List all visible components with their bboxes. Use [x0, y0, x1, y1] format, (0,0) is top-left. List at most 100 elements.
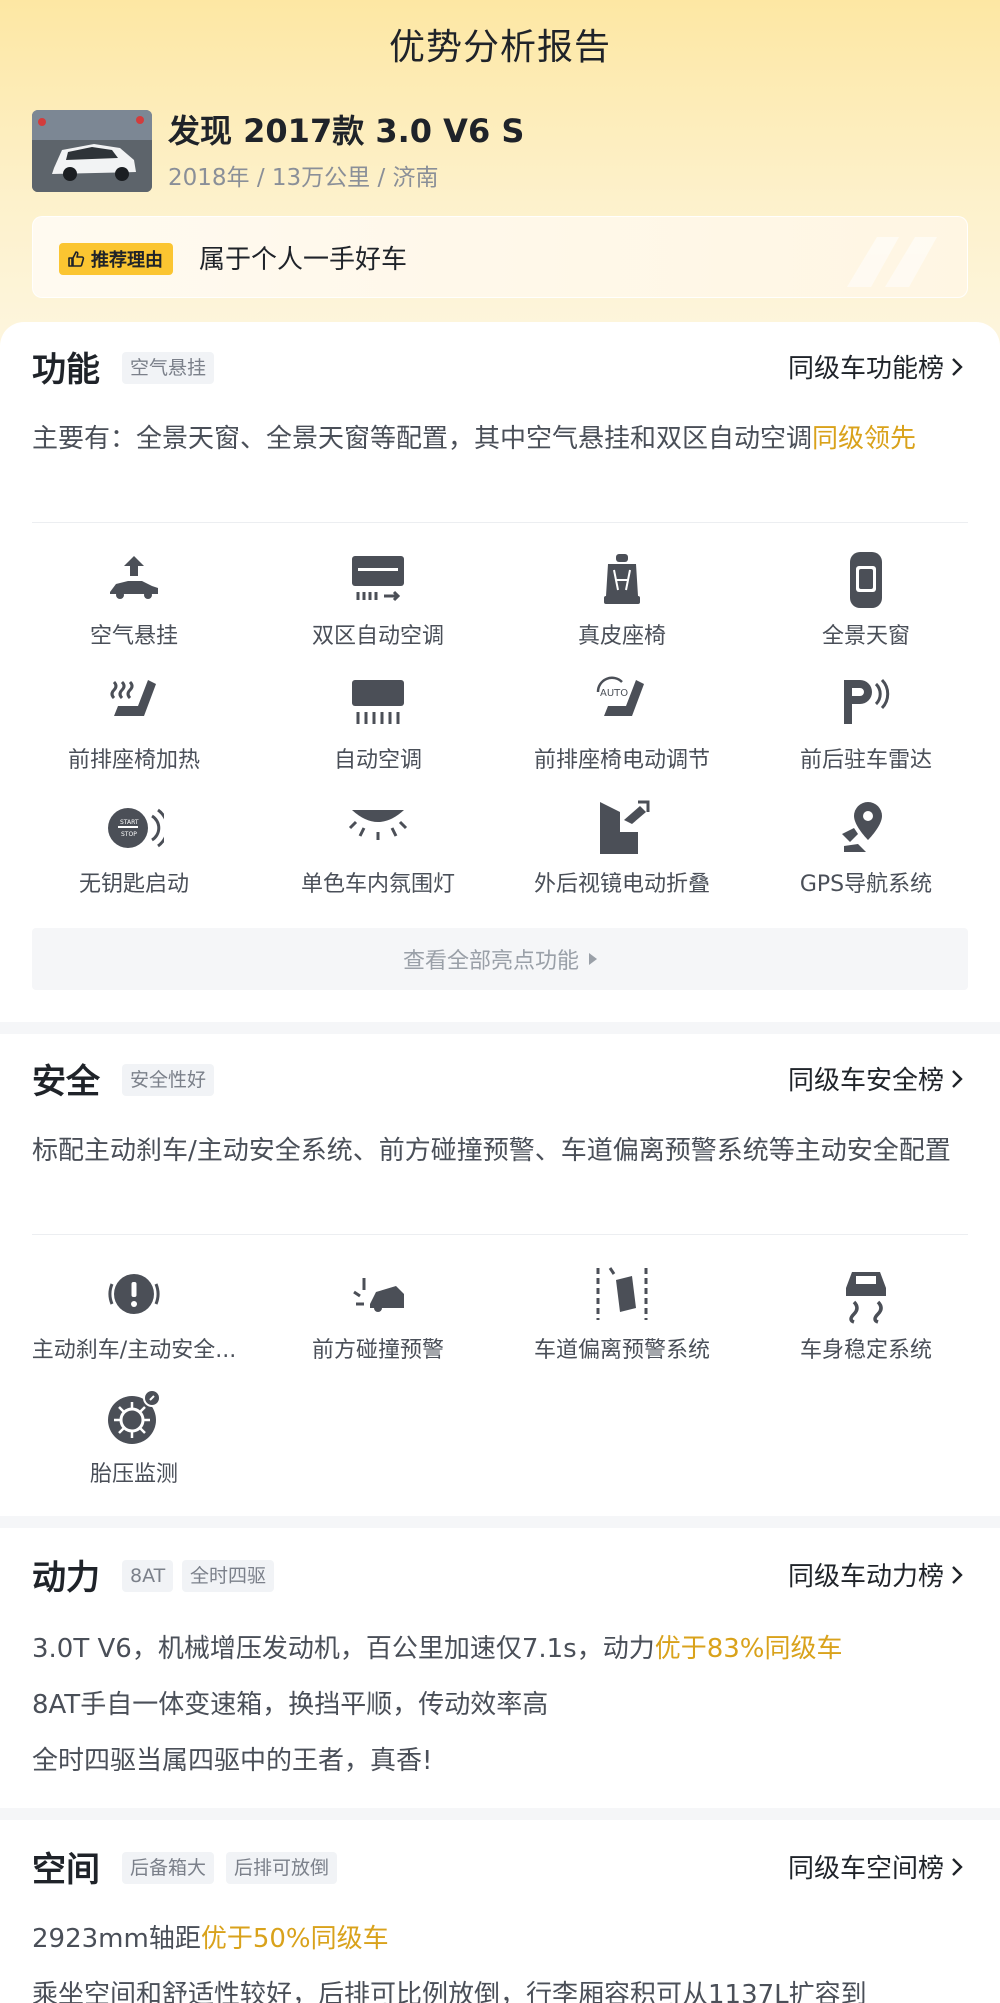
active-brake-icon [108, 1274, 160, 1314]
feature-mirror-fold[interactable]: 外后视镜电动折叠 [497, 798, 747, 898]
gps-icon [842, 802, 882, 852]
chevron-right-icon [952, 1565, 963, 1584]
mirror-fold-icon [600, 800, 650, 854]
parking-radar-icon [844, 678, 890, 724]
feature-collision-warning[interactable]: 前方碰撞预警 [253, 1264, 503, 1364]
power-rank-label: 同级车动力榜 [787, 1562, 944, 1592]
feature-parking-radar[interactable]: 前后驻车雷达 [741, 674, 991, 774]
feature-label: 外后视镜电动折叠 [533, 872, 710, 897]
chevron-right-icon [952, 357, 963, 376]
svg-text:STOP: STOP [121, 831, 137, 838]
feature-leather-seat[interactable]: 真皮座椅 [497, 550, 747, 650]
panoramic-sunroof-icon [850, 552, 882, 608]
safety-description: 标配主动刹车/主动安全系统、前方碰撞预警、车道偏离预警系统等主动安全配置 [32, 1136, 951, 1166]
feature-label: 自动空调 [333, 748, 422, 773]
space-rank-link[interactable]: 同级车空间榜 [788, 1848, 964, 1885]
space-title: 空间 [32, 1850, 100, 1890]
feature-tire-pressure[interactable]: 胎压监测 [9, 1388, 259, 1488]
space-line1-plain: 2923mm轴距 [32, 1924, 201, 1954]
feature-seat-heating[interactable]: 前排座椅加热 [9, 674, 259, 774]
safety-title: 安全 [32, 1062, 100, 1102]
recommend-reason-box: 推荐理由 属于个人一手好车 [32, 216, 968, 298]
feature-label: 无钥匙启动 [78, 872, 189, 897]
lane-departure-icon [596, 1267, 648, 1320]
keyless-start-icon: START STOP [108, 808, 164, 848]
feature-dual-zone-ac[interactable]: 双区自动空调 [253, 550, 503, 650]
feature-label: 前方碰撞预警 [311, 1338, 444, 1363]
feature-power-seat[interactable]: AUTO 前排座椅电动调节 [497, 674, 747, 774]
feature-panoramic-sunroof[interactable]: 全景天窗 [741, 550, 991, 650]
feature-label: 单色车内氛围灯 [300, 872, 455, 897]
feature-label: 前后驻车雷达 [799, 748, 932, 773]
thumbs-up-icon [68, 251, 85, 267]
power-seat-icon: AUTO [596, 676, 644, 716]
feature-label: 胎压监测 [89, 1462, 178, 1487]
view-all-features-button[interactable]: 查看全部亮点功能 [32, 928, 968, 990]
collision-warning-icon [353, 1278, 404, 1312]
function-desc-plain: 主要有：全景天窗、全景天窗等配置，其中空气悬挂和双区自动空调 [32, 424, 813, 454]
chevron-right-icon [952, 1857, 963, 1876]
page-title: 优势分析报告 [388, 27, 611, 68]
power-title: 动力 [32, 1558, 100, 1598]
function-rank-link[interactable]: 同级车功能榜 [788, 348, 964, 385]
space-rank-label: 同级车空间榜 [787, 1854, 944, 1884]
function-desc-highlight: 同级领先 [812, 424, 917, 454]
feature-gps[interactable]: GPS导航系统 [741, 798, 991, 898]
triangle-right-icon [589, 953, 597, 965]
car-thumbnail[interactable] [32, 110, 152, 192]
seat-heating-icon [110, 680, 156, 716]
stability-control-icon [846, 1272, 886, 1324]
view-all-label: 查看全部亮点功能 [402, 949, 579, 974]
feature-label: GPS导航系统 [799, 872, 933, 897]
power-tag-transmission: 8AT [122, 1560, 174, 1592]
function-description: 主要有：全景天窗、全景天窗等配置，其中空气悬挂和双区自动空调同级领先 [32, 418, 968, 460]
tire-pressure-icon [108, 1389, 161, 1444]
car-meta: 2018年 / 13万公里 / 济南 [168, 165, 439, 191]
ambient-light-icon [348, 810, 408, 840]
recommend-text: 属于个人一手好车 [199, 245, 408, 275]
feature-label: 真皮座椅 [577, 624, 666, 649]
space-tag-trunk: 后备箱大 [122, 1852, 215, 1884]
function-title: 功能 [32, 350, 100, 390]
space-line1-highlight: 优于50%同级车 [200, 1924, 389, 1954]
power-line1-highlight: 优于83%同级车 [654, 1634, 843, 1664]
space-line-wheelbase: 2923mm轴距优于50%同级车 [32, 1918, 389, 1955]
feature-ambient-light[interactable]: 单色车内氛围灯 [253, 798, 503, 898]
feature-active-brake[interactable]: 主动刹车/主动安全... [9, 1264, 259, 1364]
feature-label: 双区自动空调 [311, 624, 444, 649]
feature-label: 主动刹车/主动安全... [31, 1338, 237, 1363]
safety-section: 安全 安全性好 同级车安全榜 标配主动刹车/主动安全系统、前方碰撞预警、车道偏离… [0, 1034, 1000, 1516]
feature-stability-control[interactable]: 车身稳定系统 [741, 1264, 991, 1364]
recommend-badge-label: 推荐理由 [91, 250, 163, 271]
quote-decoration-icon [847, 237, 937, 287]
feature-air-suspension[interactable]: 空气悬挂 [9, 550, 259, 650]
power-tag-drive: 全时四驱 [182, 1560, 275, 1592]
safety-tag: 安全性好 [122, 1064, 215, 1096]
feature-label: 车身稳定系统 [799, 1338, 932, 1363]
function-section: 功能 空气悬挂 同级车功能榜 主要有：全景天窗、全景天窗等配置，其中空气悬挂和双… [0, 322, 1000, 1022]
air-suspension-icon [110, 556, 158, 599]
svg-text:START: START [120, 819, 139, 826]
feature-label: 前排座椅电动调节 [533, 748, 710, 773]
power-line-drive: 全时四驱当属四驱中的王者，真香! [32, 1746, 433, 1776]
divider [32, 1234, 968, 1235]
divider [32, 522, 968, 523]
dual-zone-ac-icon [352, 556, 404, 602]
function-tag: 空气悬挂 [122, 352, 215, 384]
safety-rank-label: 同级车安全榜 [787, 1066, 944, 1096]
power-line-engine: 3.0T V6，机械增压发动机，百公里加速仅7.1s，动力优于83%同级车 [32, 1628, 843, 1665]
space-section: 空间 后备箱大 后排可放倒 同级车空间榜 2923mm轴距优于50%同级车 乘坐… [0, 1820, 1000, 2003]
auto-ac-icon [352, 680, 404, 724]
power-rank-link[interactable]: 同级车动力榜 [788, 1556, 964, 1593]
safety-rank-link[interactable]: 同级车安全榜 [788, 1060, 964, 1097]
chevron-right-icon [952, 1069, 963, 1088]
leather-seat-icon [604, 554, 640, 604]
power-section: 动力 8AT 全时四驱 同级车动力榜 3.0T V6，机械增压发动机，百公里加速… [0, 1528, 1000, 1808]
feature-label: 车道偏离预警系统 [533, 1338, 710, 1363]
feature-lane-departure[interactable]: 车道偏离预警系统 [497, 1264, 747, 1364]
feature-keyless-start[interactable]: START STOP 无钥匙启动 [9, 798, 259, 898]
feature-auto-ac[interactable]: 自动空调 [253, 674, 503, 774]
svg-text:AUTO: AUTO [600, 688, 628, 699]
space-line-comfort: 乘坐空间和舒适性较好，后排可比例放倒，行李厢容积可从1137L扩容到 [32, 1980, 867, 2003]
feature-label: 空气悬挂 [89, 624, 178, 649]
